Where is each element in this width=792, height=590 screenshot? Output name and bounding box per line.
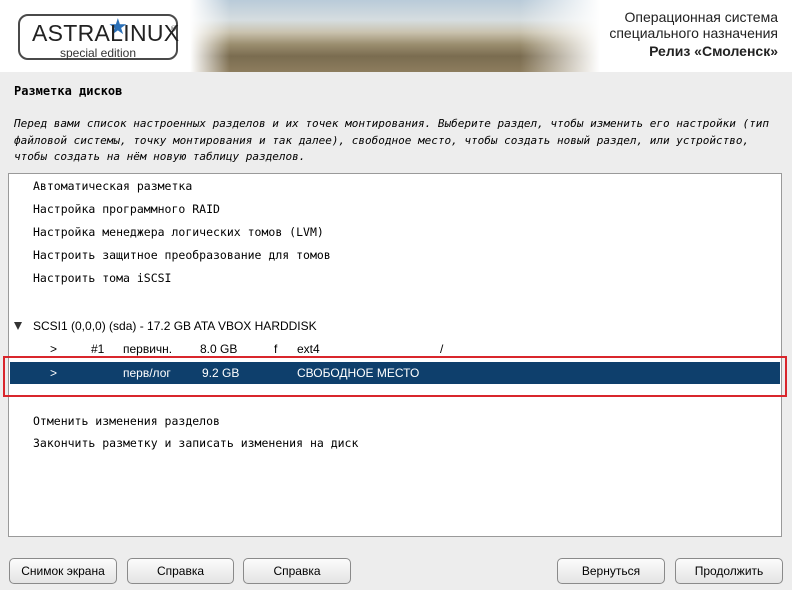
help-button-secondary[interactable]: Справка (243, 558, 351, 584)
screenshot-button[interactable]: Снимок экрана (9, 558, 117, 584)
free-space-row[interactable]: > перв/лог 9.2 GB СВОБОДНОЕ МЕСТО (10, 362, 780, 384)
list-item-lvm[interactable]: Настройка менеджера логических томов (LV… (10, 221, 780, 243)
page-title: Разметка дисков (14, 84, 123, 98)
back-button[interactable]: Вернуться (557, 558, 665, 584)
list-item-iscsi[interactable]: Настроить тома iSCSI (10, 267, 780, 289)
help-button[interactable]: Справка (127, 558, 234, 584)
list-item-software-raid[interactable]: Настройка программного RAID (10, 198, 780, 220)
partition-list[interactable]: Автоматическая разметка Настройка програ… (8, 173, 782, 537)
list-item-encryption[interactable]: Настроить защитное преобразование для то… (10, 244, 780, 266)
release-name: Релиз «Смоленск» (649, 43, 778, 59)
list-item-undo-changes[interactable]: Отменить изменения разделов (10, 410, 780, 432)
disk-row[interactable]: SCSI1 (0,0,0) (sda) - 17.2 GB ATA VBOX H… (10, 315, 780, 337)
page-description: Перед вами список настроенных разделов и… (14, 117, 769, 163)
list-item-auto-partition[interactable]: Автоматическая разметка (10, 175, 780, 197)
list-item-finish-partitioning[interactable]: Закончить разметку и записать изменения … (10, 432, 780, 454)
os-title: Операционная система специального назнач… (609, 9, 778, 59)
logo-subtitle: special edition (59, 46, 137, 60)
logo-text: ASTRALINUX (32, 20, 180, 46)
installer-header: ★ ASTRALINUX ® special edition Операцион… (0, 0, 792, 72)
astralinux-logo: ★ ASTRALINUX ® special edition (18, 14, 180, 60)
partition-row[interactable]: > #1 первичн. 8.0 GB f ext4 / (10, 338, 780, 360)
expand-triangle-icon[interactable] (14, 322, 22, 330)
continue-button[interactable]: Продолжить (675, 558, 783, 584)
